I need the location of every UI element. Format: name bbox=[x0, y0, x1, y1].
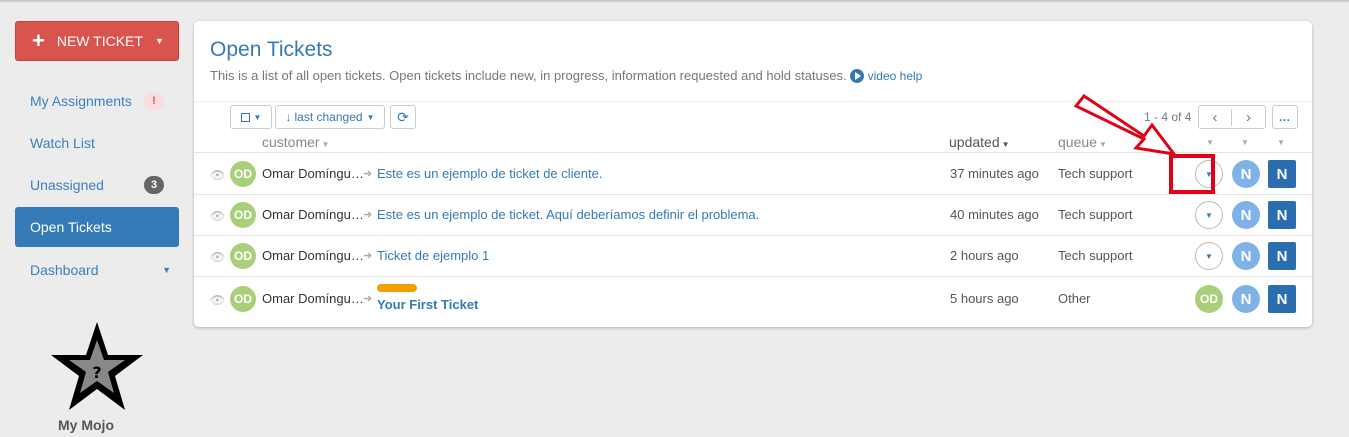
assign-dropdown-button[interactable]: ▼ bbox=[1195, 242, 1223, 270]
description-text: This is a list of all open tickets. Open… bbox=[210, 68, 847, 83]
avatar: OD bbox=[230, 161, 256, 187]
open-tickets-panel: Open Tickets This is a list of all open … bbox=[194, 21, 1312, 327]
sidebar-item-dashboard[interactable]: Dashboard ▼ bbox=[15, 250, 179, 290]
alert-badge: ! bbox=[144, 92, 164, 110]
table-row[interactable]: 👁 OD Omar Domíngu… ➜ Ticket de ejemplo 1… bbox=[194, 235, 1312, 276]
customer-name[interactable]: Omar Domíngu… bbox=[262, 291, 364, 306]
my-mojo-label: My Mojo bbox=[58, 417, 114, 433]
caret-down-icon: ▼ bbox=[253, 112, 262, 122]
annotation-arrow bbox=[1073, 93, 1178, 157]
svg-text:?: ? bbox=[92, 363, 101, 382]
sidebar-item-open-tickets[interactable]: Open Tickets bbox=[15, 207, 179, 247]
sidebar-item-label: Open Tickets bbox=[30, 219, 112, 235]
assignee-avatar[interactable]: OD bbox=[1195, 285, 1223, 313]
more-options-button[interactable]: … bbox=[1272, 105, 1298, 129]
updated-time: 40 minutes ago bbox=[950, 207, 1039, 222]
new-ticket-button[interactable]: + NEW TICKET ▼ bbox=[15, 21, 179, 61]
plus-icon: + bbox=[32, 28, 45, 53]
agent-badge[interactable]: N bbox=[1268, 201, 1296, 229]
chevron-right-icon[interactable]: › bbox=[1232, 109, 1265, 126]
sidebar-item-watch-list[interactable]: Watch List bbox=[15, 123, 179, 163]
queue-name: Tech support bbox=[1058, 166, 1133, 181]
new-ticket-label: NEW TICKET bbox=[56, 33, 143, 49]
ticket-subject[interactable]: Este es un ejemplo de ticket. Aquí deber… bbox=[377, 207, 759, 222]
more-icon: … bbox=[1278, 110, 1292, 124]
share-arrow-icon: ➜ bbox=[363, 168, 373, 180]
caret-down-icon: ▼ bbox=[162, 265, 171, 275]
sort-dropdown[interactable]: ↓ last changed ▼ bbox=[275, 105, 385, 129]
assign-dropdown-button[interactable]: ▼ bbox=[1195, 201, 1223, 229]
pager: ‹ › bbox=[1198, 105, 1266, 129]
sidebar-item-unassigned[interactable]: Unassigned 3 bbox=[15, 165, 179, 205]
eye-icon[interactable]: 👁 bbox=[210, 209, 225, 223]
caret-down-icon[interactable]: ▼ bbox=[1277, 138, 1285, 147]
queue-name: Tech support bbox=[1058, 207, 1133, 222]
eye-icon[interactable]: 👁 bbox=[210, 168, 225, 182]
table-row[interactable]: 👁 OD Omar Domíngu… ➜ Your First Ticket 5… bbox=[194, 276, 1312, 320]
sidebar-item-my-assignments[interactable]: My Assignments ! bbox=[15, 81, 179, 121]
caret-down-icon: ▼ bbox=[366, 112, 375, 122]
caret-down-icon[interactable]: ▼ bbox=[1241, 138, 1249, 147]
updated-time: 5 hours ago bbox=[950, 291, 1019, 306]
tag-label[interactable] bbox=[377, 284, 417, 292]
caret-down-icon: ▼ bbox=[1001, 140, 1010, 149]
refresh-icon: ⟳ bbox=[397, 108, 409, 125]
agent-badge[interactable]: N bbox=[1268, 160, 1296, 188]
sort-arrow-icon: ↓ bbox=[285, 110, 292, 124]
agent-avatar[interactable]: N bbox=[1232, 201, 1260, 229]
agent-badge[interactable]: N bbox=[1268, 242, 1296, 270]
video-help-link[interactable]: video help bbox=[849, 68, 923, 83]
page-title: Open Tickets bbox=[210, 38, 333, 61]
agent-badge[interactable]: N bbox=[1268, 285, 1296, 313]
avatar: OD bbox=[230, 286, 256, 312]
ticket-subject[interactable]: Ticket de ejemplo 1 bbox=[377, 248, 489, 263]
top-shadow bbox=[0, 0, 1349, 3]
customer-name[interactable]: Omar Domíngu… bbox=[262, 248, 364, 263]
checkbox-icon bbox=[240, 112, 250, 122]
sort-label: last changed bbox=[294, 110, 363, 124]
caret-down-icon: ▼ bbox=[321, 140, 330, 149]
updated-time: 37 minutes ago bbox=[950, 166, 1039, 181]
agent-avatar[interactable]: N bbox=[1232, 285, 1260, 313]
ticket-subject[interactable]: Este es un ejemplo de ticket de cliente. bbox=[377, 166, 602, 181]
column-updated[interactable]: updated ▼ bbox=[949, 134, 1010, 150]
agent-avatar[interactable]: N bbox=[1232, 160, 1260, 188]
agent-avatar[interactable]: N bbox=[1232, 242, 1260, 270]
video-help-label: video help bbox=[867, 68, 923, 83]
ticket-subject[interactable]: Your First Ticket bbox=[377, 297, 478, 312]
customer-name[interactable]: Omar Domíngu… bbox=[262, 207, 364, 222]
column-label: customer bbox=[262, 134, 320, 150]
customer-name[interactable]: Omar Domíngu… bbox=[262, 166, 364, 181]
caret-down-icon: ▼ bbox=[154, 36, 164, 46]
share-arrow-icon: ➜ bbox=[363, 293, 373, 305]
queue-name: Other bbox=[1058, 291, 1091, 306]
sidebar-item-label: Watch List bbox=[30, 135, 95, 151]
annotation-highlight-box bbox=[1169, 154, 1215, 194]
count-badge: 3 bbox=[144, 176, 164, 194]
chevron-left-icon[interactable]: ‹ bbox=[1199, 108, 1233, 126]
column-label: updated bbox=[949, 134, 1000, 150]
avatar: OD bbox=[230, 202, 256, 228]
caret-down-icon[interactable]: ▼ bbox=[1206, 138, 1214, 147]
share-arrow-icon: ➜ bbox=[363, 250, 373, 262]
sidebar-item-label: Dashboard bbox=[30, 262, 99, 278]
eye-icon[interactable]: 👁 bbox=[210, 293, 225, 307]
table-row[interactable]: 👁 OD Omar Domíngu… ➜ Este es un ejemplo … bbox=[194, 194, 1312, 235]
sidebar-item-label: Unassigned bbox=[30, 177, 104, 193]
page-description: This is a list of all open tickets. Open… bbox=[210, 68, 922, 83]
play-icon bbox=[849, 68, 864, 83]
select-all-dropdown[interactable]: ▼ bbox=[230, 105, 272, 129]
star-icon: ? bbox=[51, 322, 143, 410]
sidebar-item-label: My Assignments bbox=[30, 93, 132, 109]
updated-time: 2 hours ago bbox=[950, 248, 1019, 263]
eye-icon[interactable]: 👁 bbox=[210, 250, 225, 264]
column-customer[interactable]: customer ▼ bbox=[262, 134, 330, 150]
refresh-button[interactable]: ⟳ bbox=[390, 105, 416, 129]
avatar: OD bbox=[230, 243, 256, 269]
queue-name: Tech support bbox=[1058, 248, 1133, 263]
my-mojo-widget[interactable]: ? bbox=[47, 318, 147, 421]
share-arrow-icon: ➜ bbox=[363, 209, 373, 221]
